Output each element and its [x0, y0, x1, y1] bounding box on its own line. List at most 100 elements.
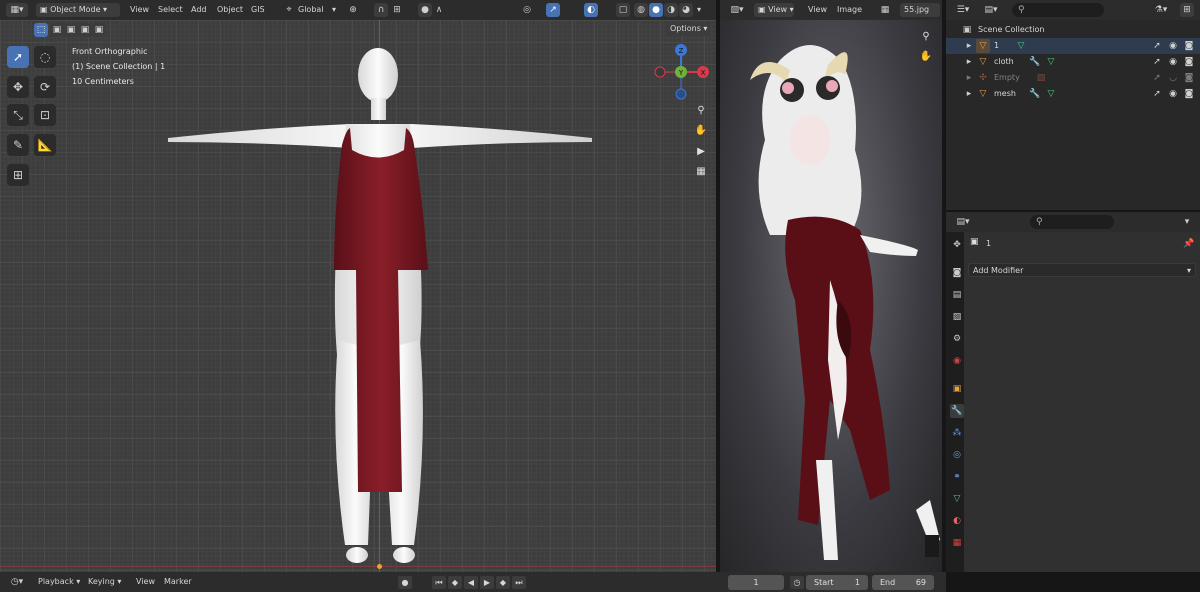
render-camera-icon[interactable]: ◙	[1182, 71, 1196, 85]
image-view-mode[interactable]: ▣ View ▾	[754, 3, 794, 17]
mannequin-model[interactable]	[0, 20, 716, 572]
material-tab-icon[interactable]: ◐	[950, 514, 964, 528]
world-tab-icon[interactable]: ◉	[950, 354, 964, 368]
timeline-menu-marker[interactable]: Marker	[164, 575, 192, 589]
properties-search-field[interactable]: ⚲	[1030, 215, 1114, 229]
eye-icon[interactable]: ◉	[1166, 39, 1180, 53]
outliner-filter-icon[interactable]: ⚗▾	[1150, 3, 1172, 17]
shading-dropdown-icon[interactable]: ▾	[697, 3, 701, 17]
solid-shading-icon[interactable]: ●	[649, 3, 663, 17]
outliner-row-empty[interactable]: ▸ ✣ Empty ▨ ➚ ◡ ◙	[946, 70, 1200, 86]
outliner-root-row[interactable]: ▣ Scene Collection	[946, 22, 1200, 38]
pivot-point-icon[interactable]: ⊕	[346, 3, 360, 17]
mode-selector[interactable]: ▣ Object Mode ▾	[36, 3, 120, 17]
viewport-3d[interactable]: ⬚ ▣ ▣ ▣ ▣ Options ▾ ➚ ◌ ✥ ⟳ ⤡ ⊡ ✎ 📐 ⊞ Fr…	[0, 20, 716, 572]
view-layer-tab-icon[interactable]: ▨	[950, 310, 964, 324]
outliner-display-mode-icon[interactable]: ▤▾	[980, 3, 1002, 17]
expand-arrow-icon[interactable]: ▸	[962, 39, 976, 53]
image-editor-type-icon[interactable]: ▨▾	[726, 3, 748, 17]
xray-toggle-icon[interactable]: ▢	[616, 3, 630, 17]
scene-tab-icon[interactable]: ⚙	[950, 332, 964, 346]
current-frame-field[interactable]: 1	[728, 575, 784, 590]
wireframe-shading-icon[interactable]: ◍	[634, 3, 648, 17]
render-camera-icon[interactable]: ◙	[1182, 39, 1196, 53]
jump-end-icon[interactable]: ⏭	[512, 576, 526, 589]
image-editor-canvas[interactable]: ⚲ ✋	[720, 20, 942, 572]
next-keyframe-icon[interactable]: ◆	[496, 576, 510, 589]
outliner-item-name[interactable]: mesh	[994, 86, 1016, 102]
transform-orientation-dropdown-icon[interactable]: ▾	[332, 3, 336, 17]
outliner-item-name[interactable]: 1	[994, 38, 999, 54]
add-modifier-label: Add Modifier	[973, 266, 1024, 275]
properties-type-icon[interactable]: ▤▾	[952, 215, 974, 229]
data-tab-icon[interactable]: ▽	[950, 492, 964, 506]
add-modifier-button[interactable]: Add Modifier ▾	[968, 263, 1196, 277]
pin-icon[interactable]: 📌	[1182, 237, 1196, 251]
falloff-icon[interactable]: ∧	[432, 3, 446, 17]
outliner-search-field[interactable]: ⚲	[1012, 3, 1104, 17]
record-icon[interactable]: ●	[398, 576, 412, 589]
outliner-item-name[interactable]: cloth	[994, 54, 1014, 70]
select-toggle-icon[interactable]: ➚	[1150, 87, 1164, 101]
image-menu-view[interactable]: View	[808, 3, 827, 17]
select-toggle-icon[interactable]: ➚	[1150, 39, 1164, 53]
gizmo-toggle-icon[interactable]: ↗	[546, 3, 560, 17]
new-collection-icon[interactable]: ⊞	[1180, 3, 1194, 17]
overlays-toggle-icon[interactable]: ◐	[584, 3, 598, 17]
rendered-shading-icon[interactable]: ◕	[679, 3, 693, 17]
snap-toggle-icon[interactable]: ∩	[374, 3, 388, 17]
outliner-item-name[interactable]: Empty	[994, 70, 1020, 86]
outliner-row-cloth[interactable]: ▸ ▽ cloth 🔧 ▽ ➚ ◉ ◙	[946, 54, 1200, 70]
expand-arrow-icon[interactable]: ▸	[962, 87, 976, 101]
menu-add[interactable]: Add	[191, 3, 207, 17]
render-tab-icon[interactable]: ◙	[950, 266, 964, 280]
menu-view[interactable]: View	[130, 3, 149, 17]
eye-closed-icon[interactable]: ◡	[1166, 71, 1180, 85]
menu-gis[interactable]: GIS	[251, 3, 265, 17]
clock-icon[interactable]: ◷	[790, 576, 804, 589]
play-reverse-icon[interactable]: ◀	[464, 576, 478, 589]
material-shading-icon[interactable]: ◑	[664, 3, 678, 17]
editor-type-button[interactable]: ▦▾	[6, 3, 28, 17]
timeline-menu-view[interactable]: View	[136, 575, 155, 589]
menu-select[interactable]: Select	[158, 3, 183, 17]
expand-arrow-icon[interactable]: ▸	[962, 55, 976, 69]
start-frame-field[interactable]: Start 1	[806, 575, 868, 590]
modifiers-tab-icon[interactable]: 🔧	[950, 404, 964, 418]
transform-orientation[interactable]: Global	[298, 3, 324, 17]
render-camera-icon[interactable]: ◙	[1182, 87, 1196, 101]
image-browse-icon[interactable]: ▦	[878, 3, 892, 17]
proportional-edit-icon[interactable]: ●	[418, 3, 432, 17]
tool-tab-icon[interactable]: ✥	[950, 238, 964, 252]
outliner-row-1[interactable]: ▸ ▽ 1 ▽ ➚ ◉ ◙	[946, 38, 1200, 54]
select-toggle-icon[interactable]: ➚	[1150, 71, 1164, 85]
output-tab-icon[interactable]: ▤	[950, 288, 964, 302]
outliner-type-icon[interactable]: ☰▾	[952, 3, 974, 17]
select-toggle-icon[interactable]: ➚	[1150, 55, 1164, 69]
outliner-row-mesh[interactable]: ▸ ▽ mesh 🔧 ▽ ➚ ◉ ◙	[946, 86, 1200, 102]
visibility-icon[interactable]: ◎	[520, 3, 534, 17]
particles-tab-icon[interactable]: ⁂	[950, 426, 964, 440]
prev-keyframe-icon[interactable]: ◆	[448, 576, 462, 589]
play-icon[interactable]: ▶	[480, 576, 494, 589]
constraints-tab-icon[interactable]: ⚭	[950, 470, 964, 484]
empty-object-icon: ✣	[979, 73, 987, 83]
timeline-type-icon[interactable]: ◷▾	[6, 575, 28, 589]
properties-options-icon[interactable]: ▾	[1180, 215, 1194, 229]
snap-target-icon[interactable]: ⊞	[390, 3, 404, 17]
physics-tab-icon[interactable]: ◎	[950, 448, 964, 462]
image-menu-image[interactable]: Image	[837, 3, 862, 17]
menu-object[interactable]: Object	[217, 3, 243, 17]
texture-tab-icon[interactable]: ▦	[950, 536, 964, 550]
jump-start-icon[interactable]: ⏮	[432, 576, 446, 589]
keying-menu[interactable]: Keying ▾	[84, 575, 128, 589]
end-frame-field[interactable]: End 69	[872, 575, 934, 590]
eye-icon[interactable]: ◉	[1166, 55, 1180, 69]
playback-menu[interactable]: Playback ▾	[34, 575, 82, 589]
render-camera-icon[interactable]: ◙	[1182, 55, 1196, 69]
image-name-field[interactable]: 55.jpg	[900, 3, 940, 17]
object-tab-icon[interactable]: ▣	[950, 382, 964, 396]
expand-arrow-icon[interactable]: ▸	[962, 71, 976, 85]
transform-orientation-icon[interactable]: ⌖	[282, 3, 296, 17]
eye-icon[interactable]: ◉	[1166, 87, 1180, 101]
